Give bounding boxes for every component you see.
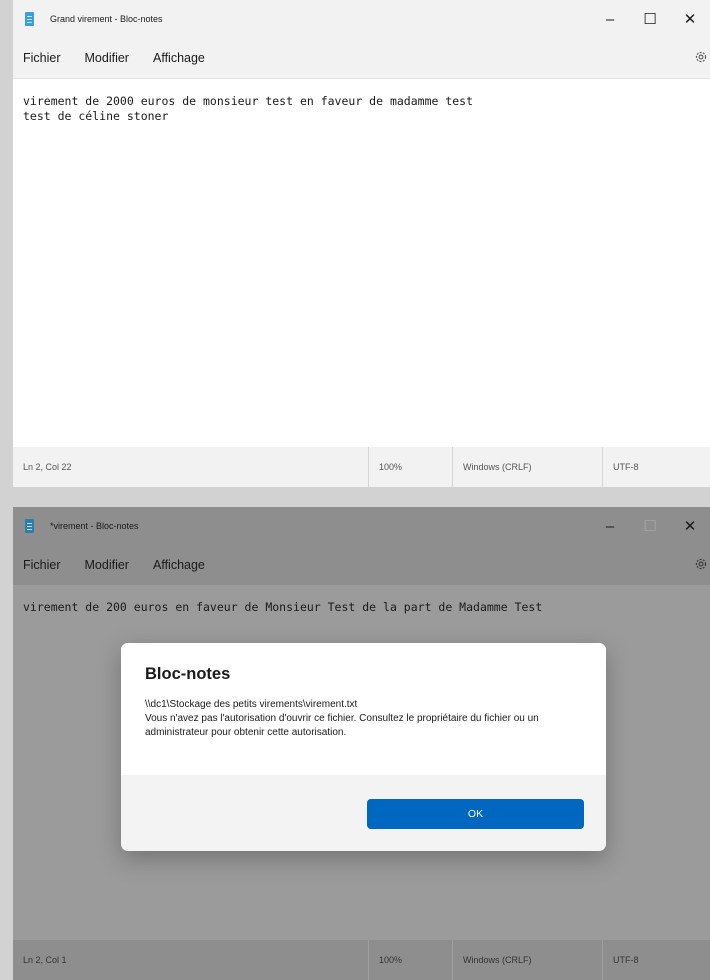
zoom-level[interactable]: 100% xyxy=(368,940,452,980)
dialog-message: Vous n'avez pas l'autorisation d'ouvrir … xyxy=(145,713,539,738)
menu-fichier[interactable]: Fichier xyxy=(13,51,73,65)
notepad-window-grand-virement: Grand virement - Bloc-notes – ☐ ✕ Fichie… xyxy=(13,0,710,487)
window-controls: – ☐ ✕ xyxy=(590,507,710,545)
encoding[interactable]: UTF-8 xyxy=(602,940,639,980)
ok-button[interactable]: OK xyxy=(367,799,584,829)
maximize-button[interactable]: ☐ xyxy=(630,0,670,38)
title-bar[interactable]: *virement - Bloc-notes – ☐ ✕ xyxy=(13,507,710,545)
status-bar: Ln 2, Col 1 100% Windows (CRLF) UTF-8 xyxy=(13,940,710,980)
window-title: *virement - Bloc-notes xyxy=(50,521,139,531)
dialog-title: Bloc-notes xyxy=(145,665,231,683)
minimize-button[interactable]: – xyxy=(590,0,630,38)
dialog-footer: OK xyxy=(121,775,606,851)
menu-modifier[interactable]: Modifier xyxy=(73,51,141,65)
text-editor[interactable]: virement de 2000 euros de monsieur test … xyxy=(13,79,710,447)
status-bar: Ln 2, Col 22 100% Windows (CRLF) UTF-8 xyxy=(13,447,710,487)
dialog-body: Bloc-notes \\dc1\Stockage des petits vir… xyxy=(121,643,606,775)
menu-bar: Fichier Modifier Affichage xyxy=(13,545,710,585)
gear-icon[interactable] xyxy=(694,50,708,64)
menu-bar: Fichier Modifier Affichage xyxy=(13,38,710,79)
editor-line: virement de 2000 euros de monsieur test … xyxy=(23,94,474,108)
dialog-file-path: \\dc1\Stockage des petits virements\vire… xyxy=(145,699,358,710)
window-controls: – ☐ ✕ xyxy=(590,0,710,38)
editor-line: virement de 200 euros en faveur de Monsi… xyxy=(23,600,543,614)
menu-affichage[interactable]: Affichage xyxy=(141,558,217,572)
minimize-button[interactable]: – xyxy=(590,507,630,545)
close-button[interactable]: ✕ xyxy=(670,0,710,38)
menu-fichier[interactable]: Fichier xyxy=(13,558,73,572)
window-title: Grand virement - Bloc-notes xyxy=(50,14,163,24)
notepad-icon xyxy=(25,12,34,26)
maximize-button[interactable]: ☐ xyxy=(630,507,670,545)
cursor-position: Ln 2, Col 22 xyxy=(23,462,72,472)
line-ending[interactable]: Windows (CRLF) xyxy=(452,940,602,980)
title-bar[interactable]: Grand virement - Bloc-notes – ☐ ✕ xyxy=(13,0,710,38)
permission-error-dialog: Bloc-notes \\dc1\Stockage des petits vir… xyxy=(121,643,606,851)
encoding[interactable]: UTF-8 xyxy=(602,447,639,487)
notepad-icon xyxy=(25,519,34,533)
editor-line: test de céline stoner xyxy=(23,109,169,123)
close-button[interactable]: ✕ xyxy=(670,507,710,545)
menu-modifier[interactable]: Modifier xyxy=(73,558,141,572)
zoom-level[interactable]: 100% xyxy=(368,447,452,487)
menu-affichage[interactable]: Affichage xyxy=(141,51,217,65)
notepad-window-virement: *virement - Bloc-notes – ☐ ✕ Fichier Mod… xyxy=(13,507,710,980)
cursor-position: Ln 2, Col 1 xyxy=(23,955,67,965)
gear-icon[interactable] xyxy=(694,557,708,571)
line-ending[interactable]: Windows (CRLF) xyxy=(452,447,602,487)
